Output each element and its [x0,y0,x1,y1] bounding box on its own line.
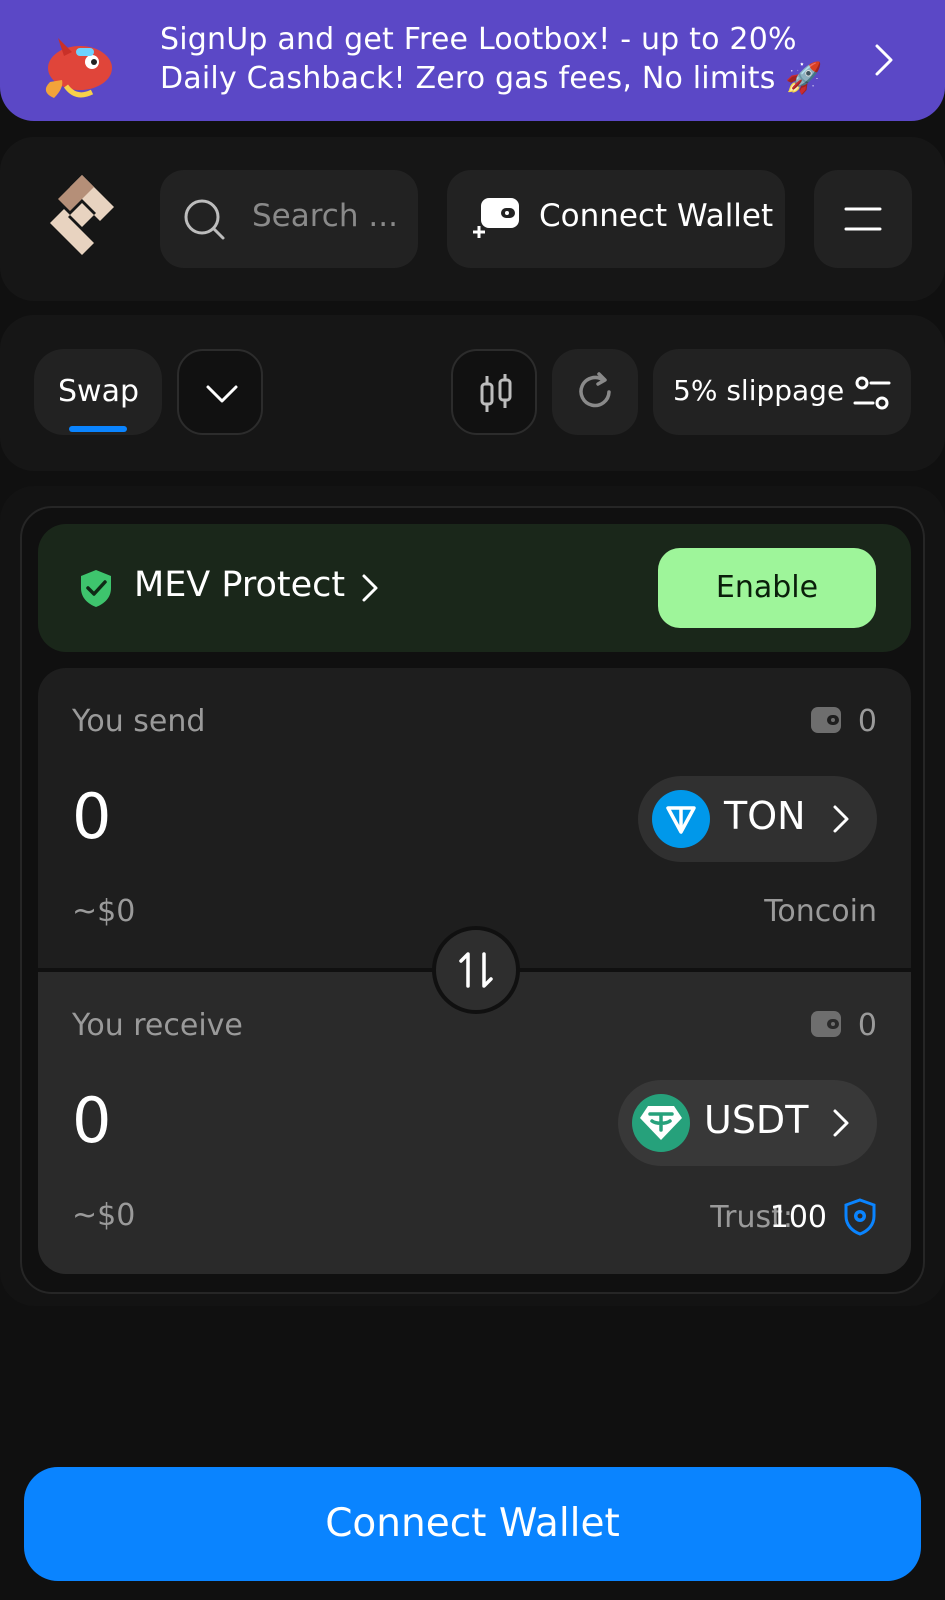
receive-usd-value: ~$0 [72,1198,136,1233]
search-placeholder: Search ... [252,198,398,234]
receive-balance: 0 [797,1008,877,1044]
usdt-token-icon [632,1094,690,1152]
swap-arrows-icon [459,952,493,988]
trust-score: Trust: 100 [677,1198,877,1238]
banner-text: SignUp and get Free Lootbox! - up to 20%… [160,20,840,98]
promo-banner[interactable]: SignUp and get Free Lootbox! - up to 20%… [0,0,945,121]
chevron-right-icon [833,1109,849,1137]
mascot-icon [45,38,112,98]
send-balance-value: 0 [857,704,877,739]
swap-direction-button[interactable] [432,926,520,1014]
send-usd-value: ~$0 [72,894,136,929]
mode-dropdown-button[interactable] [177,349,263,435]
receive-token-selector[interactable]: USDT [618,1080,877,1166]
send-balance: 0 [797,704,877,740]
app-header: Search ... Connect Wallet [0,137,945,301]
trust-shield-icon [844,1198,876,1236]
logo-icon[interactable] [44,173,120,263]
slippage-label: 5% slippage [673,374,845,407]
send-token-symbol: TON [724,794,806,838]
wallet-icon [811,707,841,733]
hamburger-menu-icon [844,207,882,231]
candlestick-chart-icon [480,374,512,412]
chevron-down-icon [206,385,238,403]
receive-amount-input[interactable]: 0 [72,1084,111,1157]
send-amount-input[interactable]: 0 [72,780,111,853]
wallet-icon [811,1011,841,1037]
banner-line-1: SignUp and get Free Lootbox! - up to 20% [160,22,797,57]
tab-swap[interactable]: Swap [34,349,162,435]
receive-token-symbol: USDT [704,1098,809,1142]
chevron-right-icon [833,805,849,833]
search-icon [184,199,225,240]
shield-check-icon [81,570,111,607]
banner-line-2: Daily Cashback! Zero gas fees, No limits… [160,61,823,96]
send-token-selector[interactable]: TON [638,776,877,862]
send-token-name: Toncoin [764,894,877,929]
ton-token-icon [652,790,710,848]
send-section: You send 0 0 TON ~$0 Toncoin [38,668,911,970]
tab-swap-label: Swap [58,374,140,409]
chart-button[interactable] [451,349,537,435]
tab-active-indicator [69,426,127,432]
chevron-right-icon [362,574,378,602]
swap-panel: MEV Protect Enable You send 0 0 TON ~$0 … [0,486,945,1306]
connect-wallet-cta-button[interactable]: Connect Wallet [24,1467,921,1581]
slippage-button[interactable]: 5% slippage [653,349,911,435]
mev-protect-row[interactable]: MEV Protect Enable [38,524,911,652]
receive-label: You receive [72,1008,243,1043]
send-label: You send [72,704,206,739]
receive-balance-value: 0 [857,1008,877,1043]
wallet-add-icon [473,198,519,238]
trust-value: 100 [769,1200,827,1235]
enable-mev-button[interactable]: Enable [658,548,876,628]
refresh-button[interactable] [552,349,638,435]
chevron-right-icon [875,44,893,76]
connect-wallet-label: Connect Wallet [539,198,774,234]
sliders-icon [853,376,891,410]
receive-section: You receive 0 0 USDT ~$0 Trust: 100 [38,972,911,1274]
mev-protect-label: MEV Protect [134,565,346,605]
search-input[interactable]: Search ... [160,170,418,268]
refresh-icon [579,372,611,408]
swap-card: MEV Protect Enable You send 0 0 TON ~$0 … [20,506,925,1294]
swap-toolbar: Swap 5% slippage [0,315,945,471]
connect-wallet-button[interactable]: Connect Wallet [447,170,785,268]
menu-button[interactable] [814,170,912,268]
